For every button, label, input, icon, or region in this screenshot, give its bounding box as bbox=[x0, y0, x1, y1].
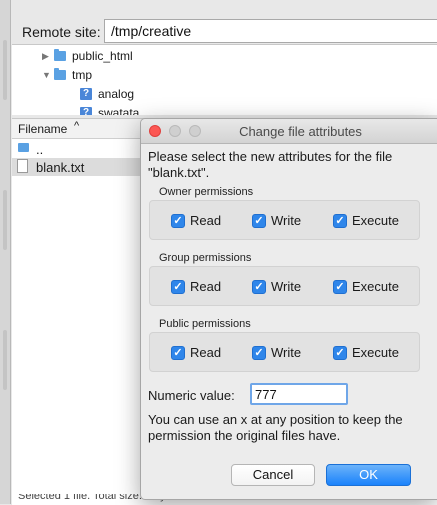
remote-site-input[interactable] bbox=[104, 19, 437, 43]
splitter-handle[interactable] bbox=[3, 330, 7, 390]
checkmark-icon: ✓ bbox=[333, 345, 347, 360]
tree-item-public-html[interactable]: ▶ public_html bbox=[42, 47, 133, 65]
text-file-icon bbox=[17, 159, 28, 173]
checkbox-label: Write bbox=[271, 213, 302, 228]
numeric-hint-text: You can use an x at any position to keep… bbox=[148, 412, 403, 443]
checkmark-icon: ✓ bbox=[252, 345, 266, 360]
tree-item-label: public_html bbox=[72, 49, 133, 63]
checkmark-icon: ✓ bbox=[252, 213, 266, 228]
tree-item-label: tmp bbox=[72, 68, 93, 82]
checkmark-icon: ✓ bbox=[171, 279, 185, 294]
dialog-titlebar[interactable]: Change file attributes bbox=[141, 119, 437, 144]
public-permissions-group: ✓ Read ✓ Write ✓ Execute bbox=[149, 332, 420, 372]
public-write-checkbox[interactable]: ✓ Write bbox=[252, 345, 301, 360]
checkmark-icon: ✓ bbox=[171, 345, 185, 360]
column-header-filename[interactable]: Filename bbox=[18, 122, 67, 136]
dialog-title: Change file attributes bbox=[239, 124, 362, 139]
unknown-folder-icon: ? bbox=[80, 88, 92, 100]
checkbox-label: Read bbox=[190, 279, 222, 294]
left-pane-edge bbox=[0, 0, 11, 504]
checkmark-icon: ✓ bbox=[333, 279, 347, 294]
dialog-instructions: Please select the new attributes for the… bbox=[148, 149, 393, 180]
tree-item-tmp[interactable]: ▼ tmp bbox=[42, 66, 92, 84]
checkbox-label: Write bbox=[271, 345, 302, 360]
checkbox-label: Execute bbox=[352, 213, 399, 228]
checkmark-icon: ✓ bbox=[333, 213, 347, 228]
change-file-attributes-dialog: Change file attributes Please select the… bbox=[140, 118, 437, 500]
checkmark-icon: ✓ bbox=[171, 213, 185, 228]
public-execute-checkbox[interactable]: ✓ Execute bbox=[333, 345, 399, 360]
cancel-button[interactable]: Cancel bbox=[231, 464, 315, 486]
expand-triangle-icon[interactable]: ▶ bbox=[42, 51, 54, 62]
owner-permissions-label: Owner permissions bbox=[159, 186, 254, 198]
checkbox-label: Execute bbox=[352, 345, 399, 360]
tree-item-analog[interactable]: ? analog bbox=[80, 85, 134, 103]
remote-directory-tree: ▶ public_html ▼ tmp ? analog ? swatata bbox=[12, 44, 437, 115]
public-permissions-label: Public permissions bbox=[159, 318, 251, 330]
checkbox-label: Read bbox=[190, 345, 222, 360]
tree-item-label: analog bbox=[98, 87, 135, 101]
numeric-value-input[interactable] bbox=[250, 383, 348, 405]
owner-write-checkbox[interactable]: ✓ Write bbox=[252, 213, 301, 228]
ok-button[interactable]: OK bbox=[326, 464, 411, 486]
splitter-handle[interactable] bbox=[3, 190, 7, 250]
group-permissions-label: Group permissions bbox=[159, 252, 252, 264]
owner-read-checkbox[interactable]: ✓ Read bbox=[171, 213, 221, 228]
folder-icon bbox=[54, 68, 66, 80]
folder-icon bbox=[54, 49, 66, 61]
tree-item-label: swatata bbox=[98, 106, 140, 115]
checkbox-label: Read bbox=[190, 213, 222, 228]
group-write-checkbox[interactable]: ✓ Write bbox=[252, 279, 301, 294]
group-read-checkbox[interactable]: ✓ Read bbox=[171, 279, 221, 294]
owner-permissions-group: ✓ Read ✓ Write ✓ Execute bbox=[149, 200, 420, 240]
file-name: .. bbox=[36, 142, 44, 157]
owner-execute-checkbox[interactable]: ✓ Execute bbox=[333, 213, 399, 228]
public-read-checkbox[interactable]: ✓ Read bbox=[171, 345, 221, 360]
splitter-handle[interactable] bbox=[3, 40, 7, 100]
folder-icon bbox=[18, 143, 29, 152]
numeric-value-label: Numeric value: bbox=[148, 388, 235, 403]
tree-item-swatata[interactable]: ? swatata bbox=[80, 104, 139, 115]
remote-site-label: Remote site: bbox=[22, 24, 101, 40]
file-name: blank.txt bbox=[36, 160, 85, 175]
checkbox-label: Write bbox=[271, 279, 302, 294]
group-execute-checkbox[interactable]: ✓ Execute bbox=[333, 279, 399, 294]
checkmark-icon: ✓ bbox=[252, 279, 266, 294]
collapse-triangle-icon[interactable]: ▼ bbox=[42, 70, 54, 80]
checkbox-label: Execute bbox=[352, 279, 399, 294]
sort-ascending-icon[interactable]: ^ bbox=[74, 120, 79, 132]
group-permissions-group: ✓ Read ✓ Write ✓ Execute bbox=[149, 266, 420, 306]
unknown-folder-icon: ? bbox=[80, 107, 92, 115]
